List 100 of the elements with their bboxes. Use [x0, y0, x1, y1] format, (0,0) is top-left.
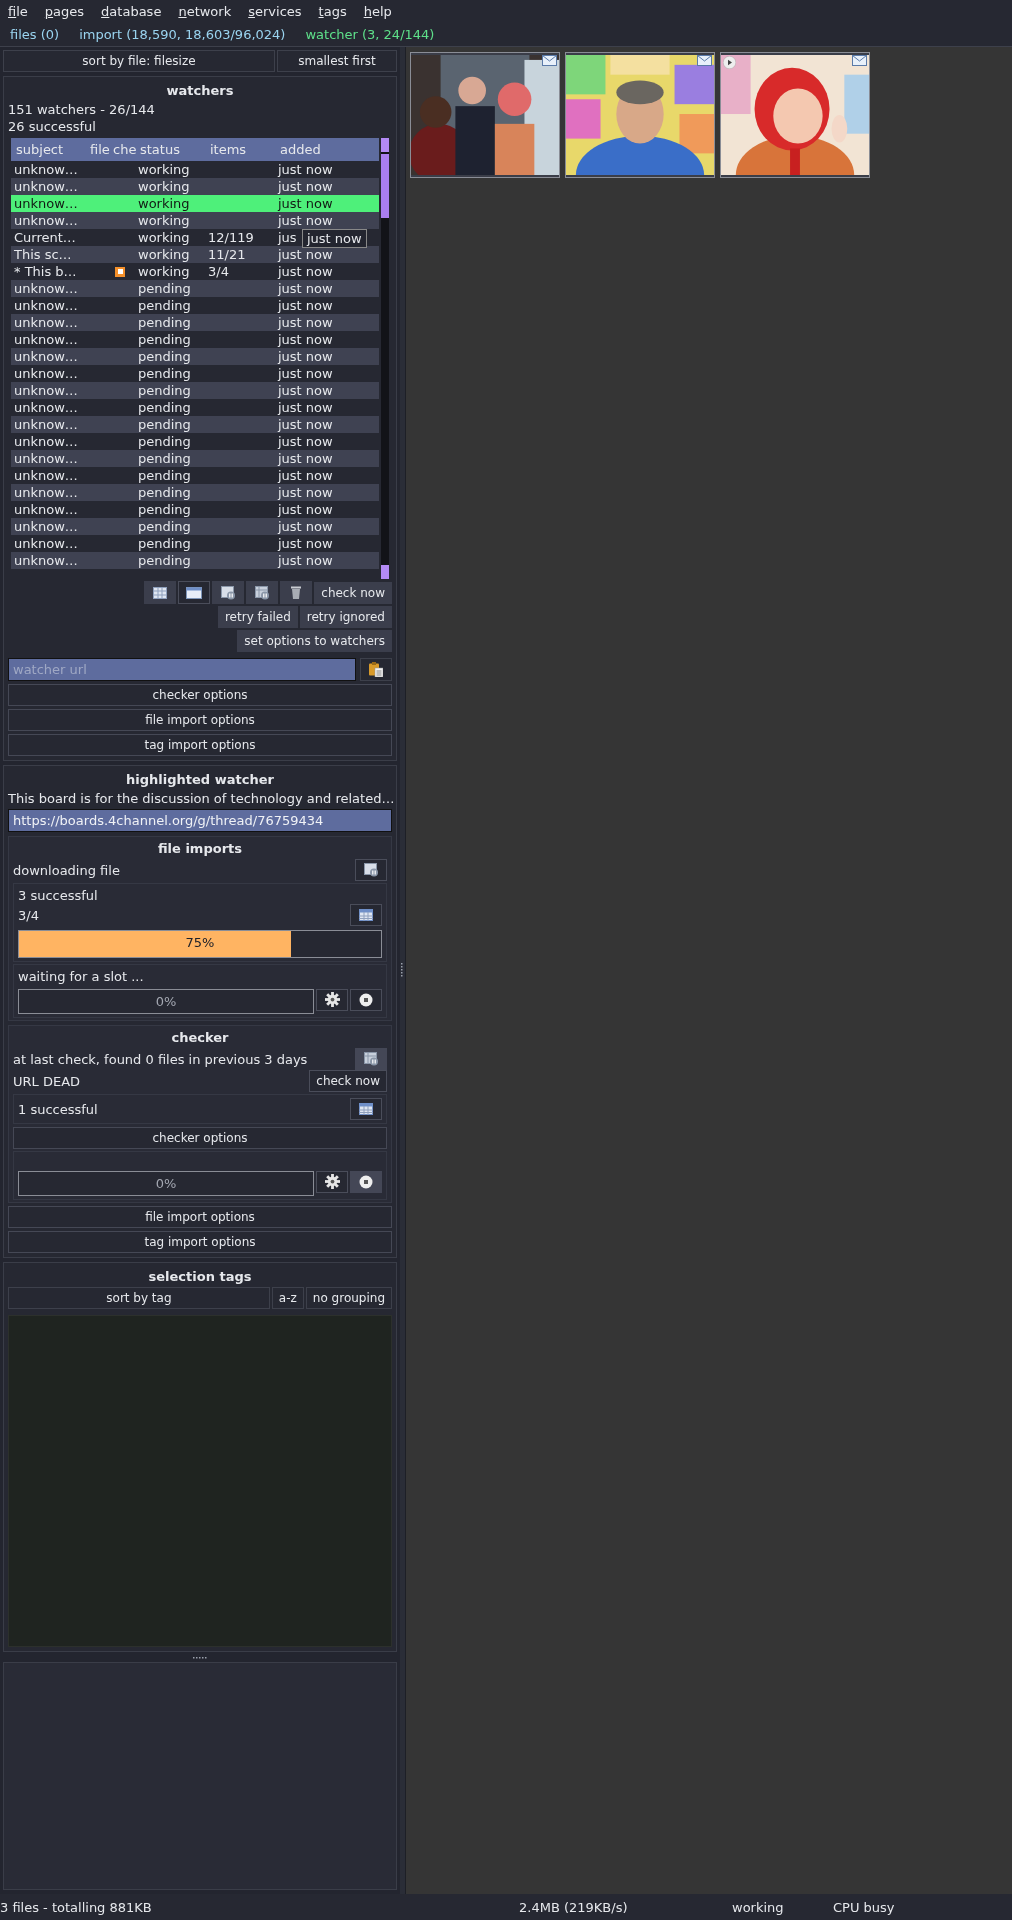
- table-row[interactable]: unknow… pending just now: [11, 450, 379, 467]
- set-options-button[interactable]: set options to watchers: [237, 630, 392, 652]
- url-field[interactable]: https://boards.4channel.org/g/thread/76759434: [8, 809, 392, 832]
- table-row[interactable]: unknow… pending just now: [11, 280, 379, 297]
- options-button[interactable]: file import options: [8, 1206, 392, 1228]
- pause-icon: [220, 585, 236, 600]
- menu-item[interactable]: services: [248, 3, 302, 19]
- file-list-button[interactable]: [350, 1098, 382, 1120]
- grouping-button[interactable]: no grouping: [305, 1287, 392, 1309]
- table-cell-text: pending: [137, 502, 192, 517]
- splitter-handle[interactable]: [193, 1656, 207, 1660]
- pause-checking-button[interactable]: [355, 1048, 387, 1070]
- table-row[interactable]: unknow… pending just now: [11, 518, 379, 535]
- table-cell: 12/119: [208, 230, 254, 245]
- paste-button[interactable]: [360, 658, 392, 681]
- table-row[interactable]: unknow… pending just now: [11, 314, 379, 331]
- table-cell-text: pending: [137, 349, 192, 364]
- table-cell-text: working: [137, 179, 191, 194]
- successful-count: 3 successful: [18, 887, 99, 904]
- table-cell-text: just now: [276, 332, 333, 347]
- column-header[interactable]: status: [137, 142, 207, 157]
- splitter-handle[interactable]: [401, 962, 404, 979]
- panel-title: watchers: [165, 82, 235, 100]
- menu-item[interactable]: network: [178, 3, 232, 19]
- menu-item[interactable]: file: [8, 3, 28, 19]
- sort-button[interactable]: sort by tag: [8, 1287, 270, 1309]
- table-cell-text: Current…: [13, 230, 77, 245]
- table-cell-text: pending: [137, 281, 192, 296]
- column-header[interactable]: file: [87, 142, 110, 157]
- table-cell-text: pending: [137, 451, 192, 466]
- sort-order-button[interactable]: a-z: [271, 1287, 304, 1309]
- table-cell-text: unknow…: [13, 451, 79, 466]
- options-button[interactable]: tag import options: [8, 1231, 392, 1253]
- column-header[interactable]: che: [110, 142, 137, 157]
- file-list-button[interactable]: [350, 904, 382, 926]
- table-cell-text: just now: [276, 179, 333, 194]
- pause-files-button[interactable]: [212, 581, 245, 604]
- sort-button[interactable]: sort by file: filesize: [3, 50, 275, 72]
- options-button[interactable]: file import options: [8, 709, 392, 731]
- page-tab[interactable]: watcher (3, 24/144): [305, 26, 435, 42]
- mail-icon: [852, 55, 867, 66]
- checker-options-button[interactable]: checker options: [13, 1127, 387, 1149]
- table-row[interactable]: unknow… pending just now: [11, 484, 379, 501]
- pause-button[interactable]: [355, 859, 387, 881]
- settings-button[interactable]: [316, 1170, 348, 1193]
- table-button[interactable]: [144, 581, 177, 604]
- pause-checking-button[interactable]: [246, 581, 279, 604]
- table-row[interactable]: unknow… working just now: [11, 195, 379, 212]
- page-tab[interactable]: import (18,590, 18,603/96,024): [79, 26, 286, 42]
- sort-order-button[interactable]: smallest first: [277, 50, 397, 72]
- table-row[interactable]: unknow… pending just now: [11, 552, 379, 569]
- watcher-summary: 151 watchers - 26/144: [8, 101, 156, 118]
- table-cell-text: just now: [276, 519, 333, 534]
- retry-failed-button[interactable]: retry failed: [217, 606, 298, 628]
- menu-item[interactable]: pages: [44, 3, 85, 19]
- checker-status: URL DEAD: [13, 1072, 81, 1090]
- table-cell-text: pending: [137, 315, 192, 330]
- check-now-button[interactable]: check now: [309, 1070, 387, 1092]
- stop-icon: [359, 1174, 373, 1189]
- table-row[interactable]: unknow… pending just now: [11, 348, 379, 365]
- status-text: 2.4MB (219KB/s): [519, 1899, 629, 1915]
- window-icon: [186, 586, 203, 599]
- pause-icon: [254, 585, 270, 600]
- settings-button[interactable]: [316, 988, 348, 1011]
- slot-status: waiting for a slot ...: [18, 968, 145, 985]
- table-cell-text: just now: [276, 553, 333, 568]
- table-row[interactable]: unknow… working just now: [11, 178, 379, 195]
- menu-item[interactable]: database: [101, 3, 162, 19]
- retry-ignored-button[interactable]: retry ignored: [299, 606, 392, 628]
- table-cell-text: just now: [276, 213, 333, 228]
- table-cell: 3/4: [208, 264, 229, 279]
- table-row[interactable]: unknow… working just now: [11, 212, 379, 229]
- table-icon: [359, 909, 373, 921]
- window-button[interactable]: [178, 581, 211, 604]
- clipboard-icon: [369, 662, 383, 677]
- item-count: 3/4: [18, 906, 39, 924]
- column-header[interactable]: added: [277, 142, 321, 157]
- table-row[interactable]: unknow… pending just now: [11, 416, 379, 433]
- table-cell-text: unknow…: [13, 315, 79, 330]
- options-button[interactable]: tag import options: [8, 734, 392, 756]
- stop-button[interactable]: [350, 1170, 382, 1193]
- options-button[interactable]: checker options: [8, 684, 392, 706]
- table-cell-text: working: [137, 264, 191, 279]
- table-row[interactable]: unknow… pending just now: [11, 382, 379, 399]
- watcher-description: This board is for the discussion of technology and related…: [8, 790, 392, 807]
- table-icon: [359, 1103, 373, 1115]
- watcher-url-field[interactable]: watcher url: [8, 658, 356, 681]
- column-header[interactable]: subject: [11, 142, 87, 157]
- table-cell-text: just now: [276, 536, 333, 551]
- scrollbar[interactable]: [381, 138, 389, 579]
- delete-button[interactable]: [280, 581, 313, 604]
- page-tab[interactable]: files (0): [10, 26, 60, 42]
- menu-item[interactable]: tags: [318, 3, 347, 19]
- table-row[interactable]: This sc… working 11/21 just now: [11, 246, 379, 263]
- check-now-button[interactable]: check now: [314, 581, 392, 604]
- menu-item[interactable]: help: [363, 3, 392, 19]
- table-cell-text: unknow…: [13, 468, 79, 483]
- table-cell-text: just now: [276, 247, 333, 262]
- column-header[interactable]: items: [207, 142, 277, 157]
- stop-button[interactable]: [350, 988, 382, 1011]
